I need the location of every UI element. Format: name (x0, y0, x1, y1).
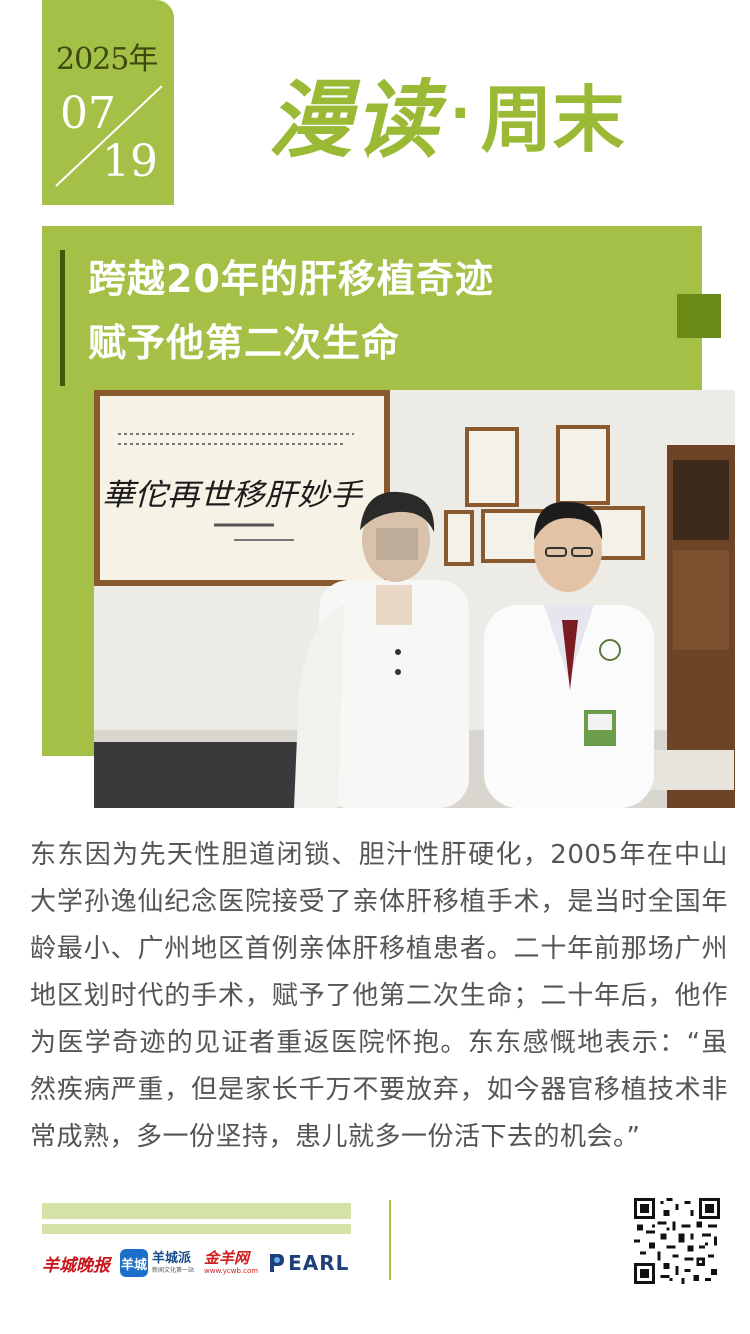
jinyangwang-url: www.ycwb.com (204, 1267, 259, 1275)
svg-text:華佗再世移肝妙手: 華佗再世移肝妙手 (102, 478, 364, 513)
footer-bar-bottom (42, 1224, 351, 1234)
brand-dot: · (450, 81, 471, 145)
partner-logos: 羊城晚报 羊城 羊城派 新闻文化第一站 金羊网 www.ycwb.com EAR… (42, 1246, 382, 1280)
title-accent-bar (60, 250, 65, 386)
pearl-logo-icon (270, 1254, 285, 1272)
headline-line-1: 跨越20年的肝移植奇迹 (88, 257, 494, 301)
corner-square-decoration (677, 294, 721, 338)
column-brand: 漫读 · 周末 (268, 58, 625, 169)
date-month: 07 (60, 88, 116, 139)
footer-bar-top (42, 1203, 351, 1219)
footer-divider (389, 1200, 391, 1280)
jinyangwang-name: 金羊网 (204, 1249, 250, 1267)
brand-main: 漫读 (268, 69, 441, 169)
pearl-text: EARL (288, 1251, 350, 1275)
date-block: 2025年 07 19 (42, 0, 174, 205)
logo-jinyangwang: 金羊网 www.ycwb.com (204, 1251, 258, 1275)
headline-line-2: 赋予他第二次生命 (88, 321, 401, 365)
calligraphy-text: 華佗再世移肝妙手 (102, 478, 364, 513)
article-body: 东东因为先天性胆道闭锁、胆汁性肝硬化，2005年在中山大学孙逸仙纪念医院接受了亲… (30, 840, 728, 1152)
logo-pearl: EARL (268, 1251, 349, 1275)
yangchengpai-name: 羊城派 (152, 1251, 192, 1266)
qr-code-icon[interactable] (634, 1198, 720, 1284)
brand-sub: 周末 (480, 76, 625, 162)
photo-illustration: 華佗再世移肝妙手 (94, 390, 735, 808)
logo-yangcheng-evening-news: 羊城晚报 (42, 1255, 110, 1276)
yangchengpai-slogan: 新闻文化第一站 (152, 1267, 195, 1274)
logo-yangchengpai: 羊城 羊城派 新闻文化第一站 (120, 1249, 194, 1277)
yangchengpai-icon: 羊城 (120, 1249, 148, 1277)
date-day: 19 (102, 136, 158, 187)
article-photo: 華佗再世移肝妙手 (94, 390, 735, 808)
